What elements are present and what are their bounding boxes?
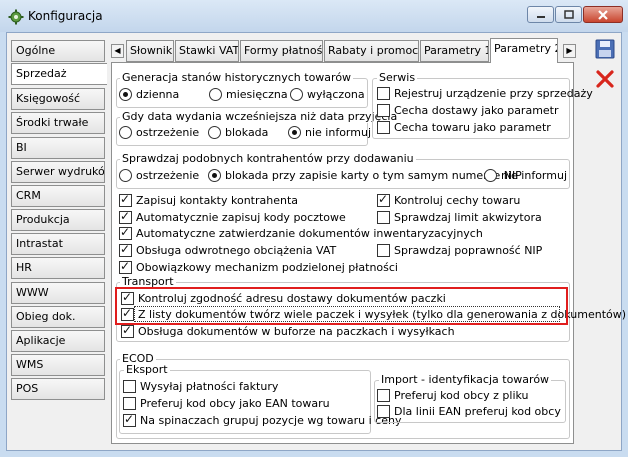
- checkbox-zatwierdzanie-inwentaryzacyjnych[interactable]: [119, 225, 132, 240]
- group-serwis-title: Serwis: [377, 71, 418, 84]
- radio-generacja-dzienna[interactable]: [119, 88, 132, 101]
- top-tab-formy-płatności[interactable]: Formy płatności: [240, 40, 323, 62]
- checkbox-zatwierdzanie-inwentaryzacyjnych-label: Automatyczne zatwierdzanie dokumentów in…: [136, 227, 483, 240]
- left-tab-aplikacje[interactable]: Aplikacje: [11, 330, 105, 352]
- checkbox-rejestruj-urzadzenie[interactable]: [377, 87, 390, 100]
- radio-kontrahenci-nie-informuj[interactable]: [484, 169, 497, 182]
- radio-gdy-data-blokada[interactable]: [208, 126, 221, 139]
- left-tab-obieg-dok-[interactable]: Obieg dok.: [11, 306, 105, 328]
- radio-kontrahenci-blokada[interactable]: [208, 169, 221, 182]
- checkbox-wysylaj-platnosci[interactable]: [123, 380, 136, 393]
- close-button[interactable]: [583, 6, 623, 23]
- group-eksport-title: Eksport: [124, 363, 170, 376]
- radio-kontrahenci-blokada-label: blokada przy zapisie karty o tym samym n…: [225, 169, 522, 182]
- left-tab-pos[interactable]: POS: [11, 378, 105, 400]
- radio-gdy-data-ostrzezenie[interactable]: [119, 126, 132, 139]
- radio-generacja-miesieczna[interactable]: [209, 88, 222, 101]
- checkbox-podzielona-platnosc-label: Obowiązkowy mechanizm podzielonej płatno…: [136, 261, 398, 274]
- arrow-left-icon: ◀: [114, 46, 121, 55]
- minimize-button[interactable]: [527, 6, 554, 23]
- checkbox-odwrotne-obciazenie-label: Obsługa odwrotnego obciążenia VAT: [136, 244, 337, 257]
- left-tab-księgowość[interactable]: Księgowość: [11, 88, 105, 110]
- checkbox-kod-obcy-z-pliku[interactable]: [377, 389, 390, 402]
- checkbox-kod-obcy-z-pliku-label: Preferuj kod obcy z pliku: [394, 389, 529, 402]
- radio-generacja-dzienna-label: dzienna: [136, 88, 180, 101]
- checkbox-odwrotne-obciazenie[interactable]: [119, 242, 132, 257]
- maximize-button[interactable]: [555, 6, 582, 23]
- checkbox-cecha-towaru-label: Cecha towaru jako parametr: [394, 121, 551, 134]
- group-generacja-title: Generacja stanów historycznych towarów: [120, 71, 354, 84]
- top-tab-parametry-1[interactable]: Parametry 1: [420, 40, 489, 62]
- left-tab-bi[interactable]: BI: [11, 137, 105, 159]
- radio-gdy-data-ostrzezenie-label: ostrzeżenie: [136, 126, 200, 139]
- checkbox-kod-obcy-ean-label: Preferuj kod obcy jako EAN towaru: [140, 397, 330, 410]
- left-tab-intrastat[interactable]: Intrastat: [11, 233, 105, 255]
- checkbox-bufor-paczki-label: Obsługa dokumentów w buforze na paczkach…: [138, 325, 455, 338]
- radio-kontrahenci-ostrzezenie[interactable]: [119, 169, 132, 182]
- checkbox-podzielona-platnosc[interactable]: [119, 259, 132, 274]
- radio-generacja-wylaczona-label: wyłączona: [307, 88, 365, 101]
- radio-generacja-wylaczona[interactable]: [290, 88, 303, 101]
- checkbox-kontroluj-cechy-label: Kontroluj cechy towaru: [394, 194, 521, 207]
- top-tab-stawki-vat[interactable]: Stawki VAT: [175, 40, 239, 62]
- checkbox-kontroluj-cechy[interactable]: [377, 192, 390, 207]
- checkbox-linia-ean[interactable]: [377, 405, 390, 418]
- highlight-box: [115, 287, 568, 325]
- top-tab-słowniki[interactable]: Słowniki: [126, 40, 174, 62]
- checkbox-kody-pocztowe-label: Automatycznie zapisuj kody pocztowe: [136, 211, 346, 224]
- checkbox-limit-akwizytora-label: Sprawdzaj limit akwizytora: [394, 211, 542, 224]
- checkbox-wysylaj-platnosci-label: Wysyłaj płatności faktury: [140, 380, 279, 393]
- checkbox-limit-akwizytora[interactable]: [377, 211, 390, 224]
- group-gdy-data-title: Gdy data wydania wcześniejsza niż data p…: [120, 110, 400, 123]
- top-tab-rabaty-i-promocje[interactable]: Rabaty i promocje: [324, 40, 419, 62]
- top-tab-parametry-2[interactable]: Parametry 2: [490, 38, 558, 63]
- left-tab-crm[interactable]: CRM: [11, 185, 105, 207]
- settings-gear-icon: [8, 9, 24, 25]
- checkbox-zapisuj-kontakty-label: Zapisuj kontakty kontrahenta: [136, 194, 299, 207]
- left-tab-ogólne[interactable]: Ogólne: [11, 40, 105, 62]
- group-kontrahenci-title: Sprawdzaj podobnych kontrahentów przy do…: [120, 152, 416, 165]
- left-tab-środki-trwałe[interactable]: Środki trwałe: [11, 112, 105, 134]
- tab-scroll-right-button[interactable]: ▶: [563, 44, 576, 58]
- left-tab-sprzedaż[interactable]: Sprzedaż: [11, 63, 107, 85]
- radio-kontrahenci-nie-informuj-label: nie informuj: [501, 169, 567, 182]
- checkbox-cecha-towaru[interactable]: [377, 121, 390, 134]
- checkbox-poprawnosc-nip[interactable]: [377, 244, 390, 257]
- checkbox-kod-obcy-ean[interactable]: [123, 397, 136, 410]
- checkbox-rejestruj-urzadzenie-label: Rejestruj urządzenie przy sprzedaży: [394, 87, 593, 100]
- checkbox-grupuj-pozycje-label: Na spinaczach grupuj pozycje wg towaru i…: [140, 414, 402, 427]
- checkbox-bufor-paczki[interactable]: [121, 323, 134, 338]
- checkbox-grupuj-pozycje[interactable]: [123, 412, 136, 427]
- radio-generacja-miesieczna-label: miesięczna: [226, 88, 288, 101]
- checkbox-zapisuj-kontakty[interactable]: [119, 192, 132, 207]
- radio-kontrahenci-ostrzezenie-label: ostrzeżenie: [136, 169, 200, 182]
- tab-scroll-left-button[interactable]: ◀: [111, 44, 124, 58]
- checkbox-cecha-dostawy[interactable]: [377, 104, 390, 117]
- left-tab-www[interactable]: WWW: [11, 282, 105, 304]
- red-x-icon[interactable]: [594, 68, 616, 90]
- arrow-right-icon: ▶: [566, 46, 573, 55]
- maximize-icon: [563, 10, 574, 19]
- left-tab-wms[interactable]: WMS: [11, 354, 105, 376]
- checkbox-poprawnosc-nip-label: Sprawdzaj poprawność NIP: [394, 244, 543, 257]
- radio-gdy-data-nie-informuj[interactable]: [288, 126, 301, 139]
- checkbox-linia-ean-label: Dla linii EAN preferuj kod obcy: [394, 405, 561, 418]
- left-tab-hr[interactable]: HR: [11, 257, 105, 279]
- checkbox-kody-pocztowe[interactable]: [119, 209, 132, 224]
- close-icon: [598, 9, 608, 20]
- left-tab-serwer-wydruków[interactable]: Serwer wydruków: [11, 161, 105, 183]
- checkbox-cecha-dostawy-label: Cecha dostawy jako parametr: [394, 104, 559, 117]
- floppy-disk-icon[interactable]: [594, 38, 616, 60]
- minimize-icon: [536, 15, 545, 18]
- group-import-title: Import - identyfikacja towarów: [379, 373, 552, 386]
- window-title: Konfiguracja: [28, 9, 103, 23]
- left-tab-produkcja[interactable]: Produkcja: [11, 209, 105, 231]
- radio-gdy-data-blokada-label: blokada: [225, 126, 269, 139]
- radio-gdy-data-nie-informuj-label: nie informuj: [305, 126, 371, 139]
